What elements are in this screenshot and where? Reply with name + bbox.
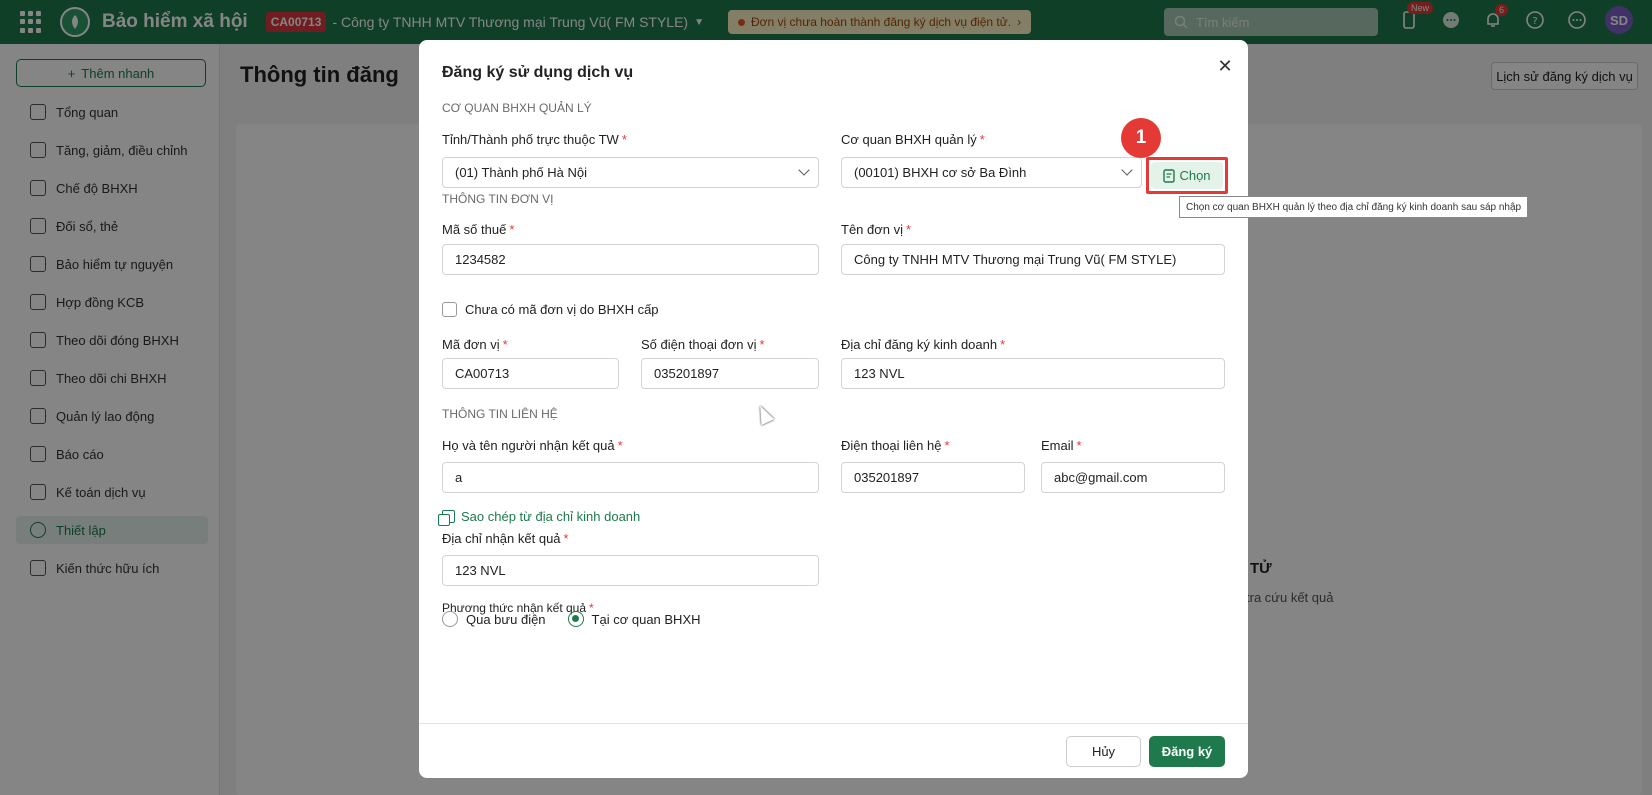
step-marker: 1 — [1121, 118, 1161, 158]
cancel-button[interactable]: Hủy — [1066, 736, 1141, 767]
unit-code-value: CA00713 — [455, 366, 510, 381]
section-unit: THÔNG TIN ĐƠN VỊ — [442, 192, 554, 206]
unit-phone-value: 035201897 — [654, 366, 720, 381]
email-label: Email * — [1041, 438, 1082, 453]
choose-label: Chọn — [1179, 168, 1211, 183]
register-service-modal: Đăng ký sử dụng dịch vụ ✕ CƠ QUAN BHXH Q… — [419, 40, 1529, 778]
copy-icon — [438, 510, 455, 526]
contact-phone-input[interactable]: 035201897 — [841, 462, 1025, 493]
unit-name-label: Tên đơn vị * — [841, 222, 912, 237]
no-code-checkbox[interactable]: Chưa có mã đơn vị do BHXH cấp — [442, 302, 659, 317]
modal-title: Đăng ký sử dụng dịch vụ — [442, 64, 634, 81]
contact-phone-label: Điện thoại liên hệ * — [841, 438, 950, 453]
chevron-down-icon — [798, 164, 810, 176]
agency-select[interactable]: (00101) BHXH cơ sở Ba Đình — [841, 157, 1142, 188]
unit-phone-label: Số điện thoại đơn vị * — [641, 337, 765, 352]
section-contact: THÔNG TIN LIÊN HỆ — [442, 407, 558, 421]
radio-circle-selected[interactable] — [567, 611, 584, 627]
unit-code-label: Mã đơn vị * — [442, 337, 508, 352]
radio-circle[interactable] — [442, 611, 458, 627]
province-value: (01) Thành phố Hà Nội — [455, 165, 588, 180]
unit-code-input[interactable]: CA00713 — [442, 358, 619, 389]
copy-address-link[interactable]: Sao chép từ địa chỉ kinh doanh — [438, 509, 641, 526]
unit-phone-input[interactable]: 035201897 — [641, 358, 819, 389]
receiver-input[interactable]: a — [442, 462, 819, 493]
method-post-radio[interactable]: Qua bưu điện — [442, 611, 546, 627]
address-input[interactable]: 123 NVL — [841, 358, 1225, 389]
tax-input[interactable]: 1234582 — [442, 244, 819, 275]
unit-name-input[interactable]: Công ty TNHH MTV Thương mại Trung Vũ( FM… — [841, 244, 1225, 275]
agency-label: Cơ quan BHXH quản lý * — [841, 132, 985, 147]
receiver-value: a — [455, 470, 463, 485]
email-value: abc@gmail.com — [1054, 470, 1148, 485]
tax-label: Mã số thuế * — [442, 222, 515, 237]
method-office-radio[interactable]: Tại cơ quan BHXH — [567, 611, 701, 627]
choose-agency-button[interactable]: Chọn — [1151, 162, 1223, 189]
method-post-label: Qua bưu điện — [466, 611, 546, 627]
unit-name-value: Công ty TNHH MTV Thương mại Trung Vũ( FM… — [854, 252, 1177, 267]
contact-phone-value: 035201897 — [854, 470, 920, 485]
section-agency: CƠ QUAN BHXH QUẢN LÝ — [442, 101, 592, 115]
province-select[interactable]: (01) Thành phố Hà Nội — [442, 157, 819, 188]
method-office-label: Tại cơ quan BHXH — [591, 611, 701, 627]
result-address-label: Địa chỉ nhận kết quả * — [442, 531, 569, 546]
address-label: Địa chỉ đăng ký kinh doanh * — [841, 337, 1006, 352]
checkbox-box[interactable] — [442, 302, 457, 317]
receiver-label: Họ và tên người nhận kết quả * — [442, 438, 623, 453]
agency-value: (00101) BHXH cơ sở Ba Đình — [854, 165, 1027, 180]
submit-button[interactable]: Đăng ký — [1149, 736, 1225, 767]
result-address-input[interactable]: 123 NVL — [442, 555, 819, 586]
result-address-value: 123 NVL — [455, 563, 506, 578]
address-value: 123 NVL — [854, 366, 905, 381]
no-code-label: Chưa có mã đơn vị do BHXH cấp — [465, 302, 659, 317]
mouse-cursor-icon — [753, 402, 775, 426]
province-label: Tỉnh/Thành phố trực thuộc TW * — [442, 132, 627, 147]
chevron-down-icon — [1121, 164, 1133, 176]
document-icon — [1163, 168, 1176, 183]
tax-value: 1234582 — [455, 252, 506, 267]
email-input[interactable]: abc@gmail.com — [1041, 462, 1225, 493]
method-radios: Qua bưu điện Tại cơ quan BHXH — [442, 611, 701, 627]
choose-tooltip: Chọn cơ quan BHXH quản lý theo địa chỉ đ… — [1179, 196, 1529, 218]
modal-footer-divider — [419, 723, 1248, 724]
copy-link-label: Sao chép từ địa chỉ kinh doanh — [461, 509, 641, 524]
close-icon[interactable]: ✕ — [1215, 56, 1235, 77]
